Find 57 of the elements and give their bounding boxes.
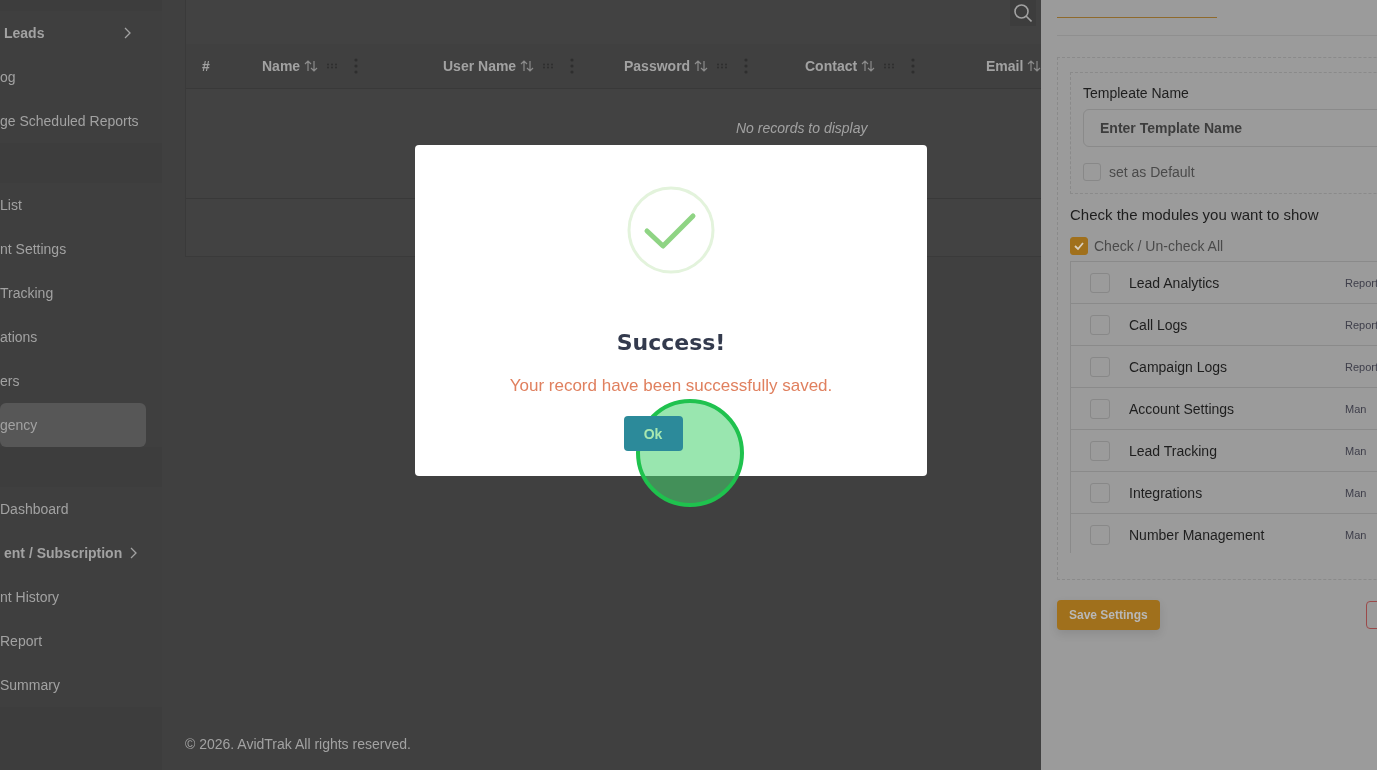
column-header[interactable]: Password [624, 58, 691, 74]
checkbox-label: set as Default [1109, 164, 1195, 180]
checkbox-label: Check / Un-check All [1094, 238, 1224, 254]
sidebar-item[interactable]: Leads [0, 11, 146, 55]
module-name: Lead Tracking [1129, 442, 1218, 459]
sort-icon[interactable] [520, 60, 535, 72]
module-category: Man [1345, 402, 1367, 415]
module-name: Campaign Logs [1129, 358, 1229, 375]
sidebar-item[interactable]: nt Settings [0, 227, 146, 271]
sidebar-item[interactable]: ent / Subscription [0, 531, 146, 575]
sidebar-item[interactable]: ge Scheduled Reports [0, 99, 146, 143]
column-header[interactable]: Contact [805, 58, 858, 74]
module-name: Call Logs [1129, 316, 1189, 333]
sort-icon[interactable] [304, 60, 319, 72]
search-button[interactable] [1010, 0, 1036, 26]
sidebar-item[interactable]: Tracking [0, 271, 146, 315]
sidebar-item[interactable]: Dashboard [0, 487, 146, 531]
dialog-message: Your record have been successfully saved. [509, 376, 833, 396]
sidebar-item[interactable]: Report [0, 619, 146, 663]
column-header[interactable]: User Name [443, 58, 517, 74]
sidebar-item[interactable]: og [0, 55, 146, 99]
checkbox[interactable] [1070, 237, 1088, 255]
dialog-title: Success! [616, 330, 726, 355]
module-name: Integrations [1129, 484, 1204, 501]
column-header[interactable]: Name [262, 58, 301, 74]
chevron-icon [130, 547, 139, 559]
check-icon [1073, 241, 1085, 251]
sort-icon[interactable] [861, 60, 876, 72]
sidebar-item[interactable]: ers [0, 359, 146, 403]
modules-heading: Check the modules you want to show [1070, 206, 1320, 223]
save-settings-button[interactable]: Save Settings [1057, 600, 1160, 630]
module-category: Man [1345, 486, 1367, 499]
sidebar-item[interactable]: List [0, 183, 146, 227]
sidebar-item[interactable]: Summary [0, 663, 146, 707]
column-header[interactable]: Email [986, 58, 1024, 74]
sidebar-item[interactable]: nt History [0, 575, 146, 619]
success-check-icon [627, 186, 715, 274]
empty-message: No records to display [736, 120, 868, 136]
module-category: Report [1345, 276, 1377, 289]
sort-icon[interactable] [694, 60, 709, 72]
ok-button[interactable]: Ok [623, 416, 683, 451]
template-name-field[interactable]: Enter Template Name [1083, 109, 1377, 147]
module-category: Man [1345, 528, 1367, 541]
module-name: Lead Analytics [1129, 274, 1221, 291]
column-header[interactable]: # [202, 58, 210, 74]
field-label: Templeate Name [1083, 85, 1190, 101]
module-name: Number Management [1129, 526, 1266, 543]
sidebar-item[interactable]: gency [0, 403, 146, 447]
module-category: Report [1345, 318, 1377, 331]
module-category: Man [1345, 444, 1367, 457]
chevron-icon [124, 27, 132, 39]
sort-icon[interactable] [1027, 60, 1042, 72]
module-category: Report [1345, 360, 1377, 373]
module-name: Account Settings [1129, 400, 1236, 417]
search-icon [1014, 4, 1032, 22]
footer-text: © 2026. AvidTrak All rights reserved. [185, 736, 412, 752]
sidebar-item[interactable]: ations [0, 315, 146, 359]
